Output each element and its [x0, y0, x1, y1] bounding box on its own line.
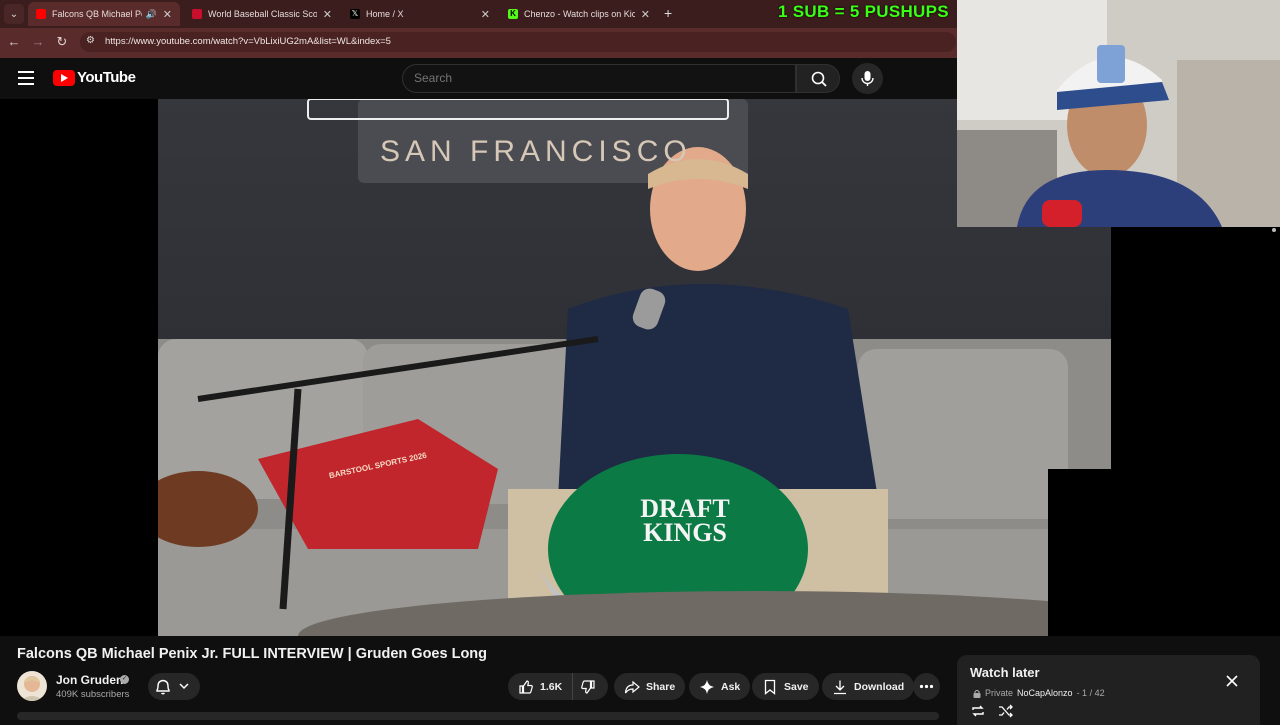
close-tab-icon[interactable]: ✕: [481, 8, 490, 21]
tab-title: World Baseball Classic Scores, 2026: [208, 9, 317, 19]
url-text[interactable]: https://www.youtube.com/watch?v=VbLixiUG…: [105, 36, 391, 47]
more-horizontal-icon: [919, 684, 934, 689]
save-button[interactable]: Save: [752, 673, 819, 700]
youtube-wordmark[interactable]: YouTube: [77, 69, 136, 86]
bell-icon: [156, 679, 189, 695]
loop-playlist-button[interactable]: [970, 704, 986, 723]
youtube-logo-icon[interactable]: [53, 70, 75, 86]
close-tab-icon[interactable]: ✕: [323, 8, 332, 21]
privacy-label: Private: [985, 688, 1014, 698]
menu-icon[interactable]: [18, 71, 34, 85]
new-tab-icon[interactable]: +: [664, 5, 672, 21]
tab-search-button[interactable]: ⌄: [4, 4, 24, 24]
download-icon: [834, 680, 846, 694]
close-playlist-icon[interactable]: [1224, 673, 1240, 689]
speaker-icon[interactable]: 🔊: [146, 9, 157, 20]
tab-world-baseball-classic[interactable]: World Baseball Classic Scores, 2026 ✕: [184, 2, 340, 26]
verified-badge-icon: ✓: [120, 675, 129, 684]
thumbs-down-icon: [580, 679, 595, 694]
x-favicon-icon: 𝕏: [350, 9, 360, 19]
kick-favicon-icon: K: [508, 9, 518, 19]
lock-icon: [973, 689, 981, 698]
subscriber-count: 409K subscribers: [56, 689, 130, 700]
tab-title: Chenzo - Watch clips on Kick: [524, 9, 635, 19]
more-actions-button[interactable]: [913, 673, 940, 700]
save-label: Save: [784, 680, 809, 693]
bookmark-icon: [764, 679, 776, 695]
tab-x-home[interactable]: 𝕏 Home / X ✕: [342, 2, 498, 26]
tab-youtube[interactable]: Falcons QB Michael Penix Jr. FULL INTERV…: [28, 2, 180, 26]
tab-title: Home / X: [366, 9, 404, 19]
playlist-meta: Private NoCapAlonzo - 1 / 42: [973, 688, 1105, 698]
tab-kick[interactable]: K Chenzo - Watch clips on Kick ✕: [500, 2, 658, 26]
share-icon: [624, 680, 640, 693]
shuffle-playlist-button[interactable]: [998, 704, 1014, 723]
close-tab-icon[interactable]: ✕: [641, 8, 650, 21]
back-arrow-icon[interactable]: ←: [6, 34, 22, 50]
video-title: Falcons QB Michael Penix Jr. FULL INTERV…: [17, 646, 488, 662]
forward-arrow-icon[interactable]: →: [30, 34, 46, 50]
share-button[interactable]: Share: [614, 673, 686, 700]
sparkle-icon: [700, 679, 714, 694]
download-button[interactable]: Download: [822, 673, 915, 700]
search-icon: [811, 71, 827, 87]
ask-button[interactable]: Ask: [689, 673, 751, 700]
ask-label: Ask: [721, 680, 741, 693]
youtube-favicon-icon: [36, 9, 46, 19]
reload-icon[interactable]: ↻: [54, 34, 70, 50]
dislike-button[interactable]: [573, 673, 608, 700]
scrollbar-indicator[interactable]: [1272, 228, 1276, 232]
voice-search-button[interactable]: [852, 63, 883, 94]
scene-sign-text: SAN FRANCISCO: [380, 135, 692, 168]
channel-avatar[interactable]: [17, 671, 47, 701]
search-button[interactable]: [796, 64, 840, 93]
share-label: Share: [646, 680, 676, 693]
channel-name[interactable]: Jon Gruden: [56, 673, 123, 687]
notifications-button[interactable]: [148, 673, 200, 700]
shuffle-icon: [999, 704, 1013, 718]
webcam-scene: [957, 0, 1280, 227]
loop-icon: [972, 705, 984, 717]
thumbs-up-icon: [519, 679, 533, 694]
mlb-favicon-icon: [192, 9, 202, 19]
tab-title: Falcons QB Michael Penix Jr. FULL INTERV…: [52, 9, 142, 19]
playlist-position: - 1 / 42: [1076, 688, 1105, 698]
like-dislike-group: 1.6K: [508, 673, 608, 700]
streamer-webcam: [957, 0, 1280, 227]
search-input[interactable]: [414, 71, 784, 85]
like-button[interactable]: 1.6K: [508, 673, 574, 700]
playlist-title[interactable]: Watch later: [970, 665, 1040, 680]
microphone-icon: [861, 71, 874, 86]
download-label: Download: [854, 680, 905, 693]
helmet-logo-text: DRAFT KINGS: [640, 494, 730, 547]
avatar-image: [20, 676, 44, 701]
stream-overlay-banner: 1 SUB = 5 PUSHUPS: [778, 2, 949, 21]
like-count: 1.6K: [540, 680, 563, 693]
description-box-edge: [17, 712, 939, 720]
playlist-owner[interactable]: NoCapAlonzo: [1017, 688, 1073, 698]
site-info-icon[interactable]: ⚙: [86, 35, 98, 47]
close-tab-icon[interactable]: ✕: [163, 8, 172, 21]
